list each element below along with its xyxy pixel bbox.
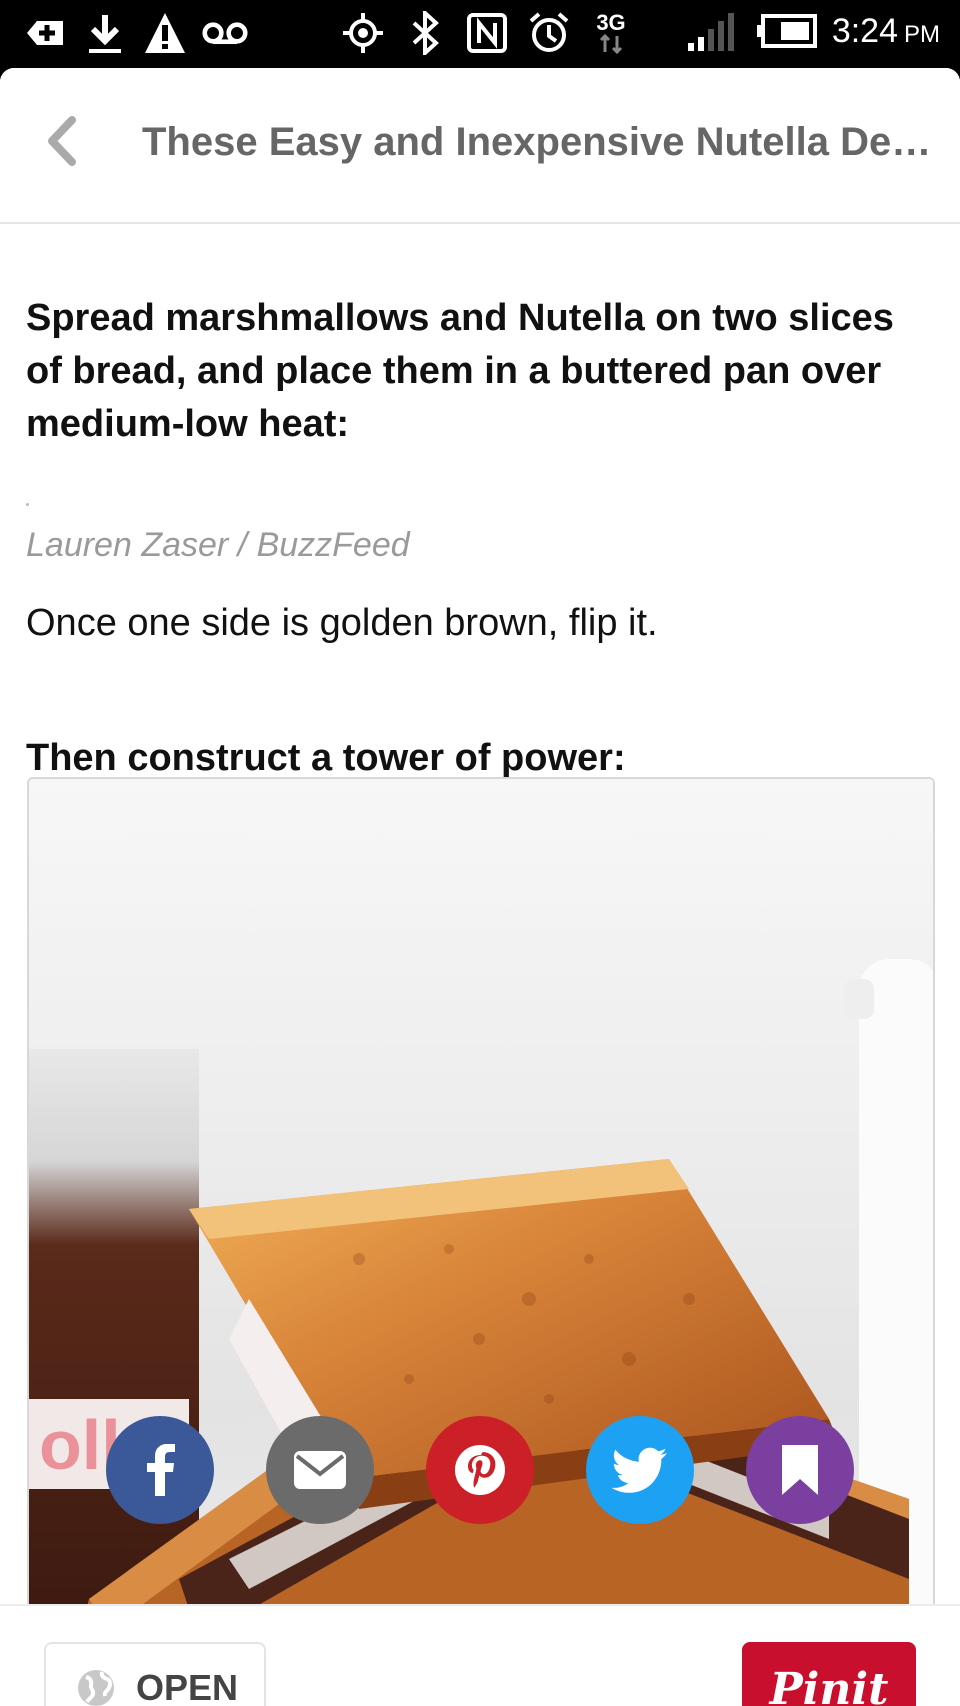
warning-icon bbox=[142, 10, 188, 56]
open-label: OPEN bbox=[136, 1667, 239, 1706]
alarm-icon bbox=[526, 10, 572, 56]
download-icon bbox=[82, 10, 128, 56]
bottom-bar: OPEN Pinit bbox=[0, 1604, 960, 1706]
pin-it-label: Pinit bbox=[769, 1663, 889, 1706]
bookmark-icon bbox=[782, 1445, 818, 1495]
bluetooth-icon bbox=[402, 10, 448, 56]
add-icon bbox=[22, 10, 68, 56]
status-bar: 3G 3:24 PM bbox=[0, 0, 960, 68]
pin-it-button[interactable]: Pinit bbox=[742, 1642, 916, 1706]
step-heading: Spread marshmallows and Nutella on two s… bbox=[26, 297, 894, 445]
nfc-icon bbox=[464, 10, 510, 56]
voicemail-icon bbox=[202, 10, 248, 56]
globe-icon bbox=[78, 1670, 114, 1706]
network-label: 3G bbox=[596, 10, 626, 35]
clock-ampm: PM bbox=[904, 20, 940, 48]
step-text: Once one side is golden brown, flip it. bbox=[26, 602, 658, 644]
twitter-share-button[interactable] bbox=[586, 1416, 694, 1524]
page-title: These Easy and Inexpensive Nutella Des… bbox=[142, 120, 942, 164]
signal-icon bbox=[684, 8, 740, 54]
battery-icon bbox=[754, 8, 818, 54]
top-bar: These Easy and Inexpensive Nutella Des… bbox=[0, 68, 960, 224]
facebook-icon bbox=[147, 1444, 175, 1496]
clock: 3:24 PM bbox=[832, 12, 940, 51]
network-type-icon: 3G bbox=[588, 10, 634, 56]
pinterest-icon bbox=[455, 1445, 505, 1495]
envelope-icon bbox=[294, 1451, 346, 1489]
twitter-icon bbox=[612, 1447, 667, 1493]
image-placeholder-dot bbox=[26, 503, 29, 506]
back-button[interactable] bbox=[34, 114, 88, 168]
clock-time: 3:24 bbox=[831, 11, 898, 50]
facebook-share-button[interactable] bbox=[106, 1416, 214, 1524]
open-button[interactable]: OPEN bbox=[44, 1642, 266, 1706]
app-surface: These Easy and Inexpensive Nutella Des… … bbox=[0, 68, 960, 1706]
chevron-left-icon bbox=[48, 116, 76, 166]
article-content[interactable]: Spread marshmallows and Nutella on two s… bbox=[0, 224, 960, 1604]
gps-icon bbox=[340, 10, 386, 56]
email-share-button[interactable] bbox=[266, 1416, 374, 1524]
share-buttons bbox=[106, 1416, 854, 1524]
photo-credit: Lauren Zaser / BuzzFeed bbox=[26, 526, 410, 564]
bookmark-button[interactable] bbox=[746, 1416, 854, 1524]
pinterest-share-button[interactable] bbox=[426, 1416, 534, 1524]
